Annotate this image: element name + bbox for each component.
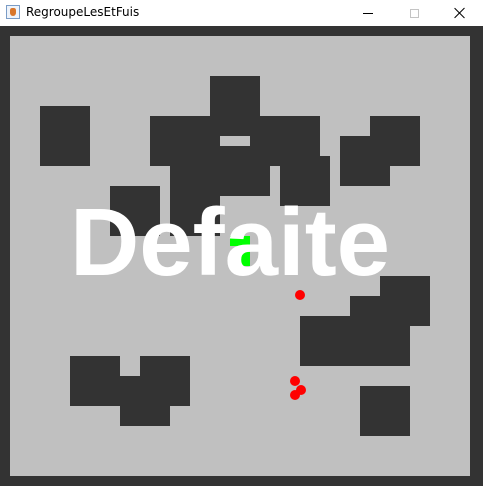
window-titlebar[interactable]: RegroupeLesEtFuis <box>0 0 483 26</box>
window-title: RegroupeLesEtFuis <box>26 5 140 19</box>
wall-gap <box>220 136 250 146</box>
defeat-message: Defaite <box>69 189 391 296</box>
maximize-button <box>391 0 437 26</box>
game-canvas[interactable]: Defaite <box>0 26 483 486</box>
wall-block <box>120 376 170 426</box>
game-board: Defaite <box>10 36 470 476</box>
wall-block <box>300 316 400 366</box>
wall-block <box>340 136 390 186</box>
enemy-unit <box>290 390 300 400</box>
maximize-icon <box>409 8 419 18</box>
wall-block <box>40 106 90 166</box>
java-cup-icon <box>6 5 20 19</box>
minimize-icon <box>363 12 373 14</box>
close-button[interactable] <box>437 0 483 26</box>
wall-block <box>70 356 120 406</box>
minimize-button[interactable] <box>345 0 391 26</box>
close-icon <box>454 7 466 19</box>
wall-block <box>360 386 410 436</box>
